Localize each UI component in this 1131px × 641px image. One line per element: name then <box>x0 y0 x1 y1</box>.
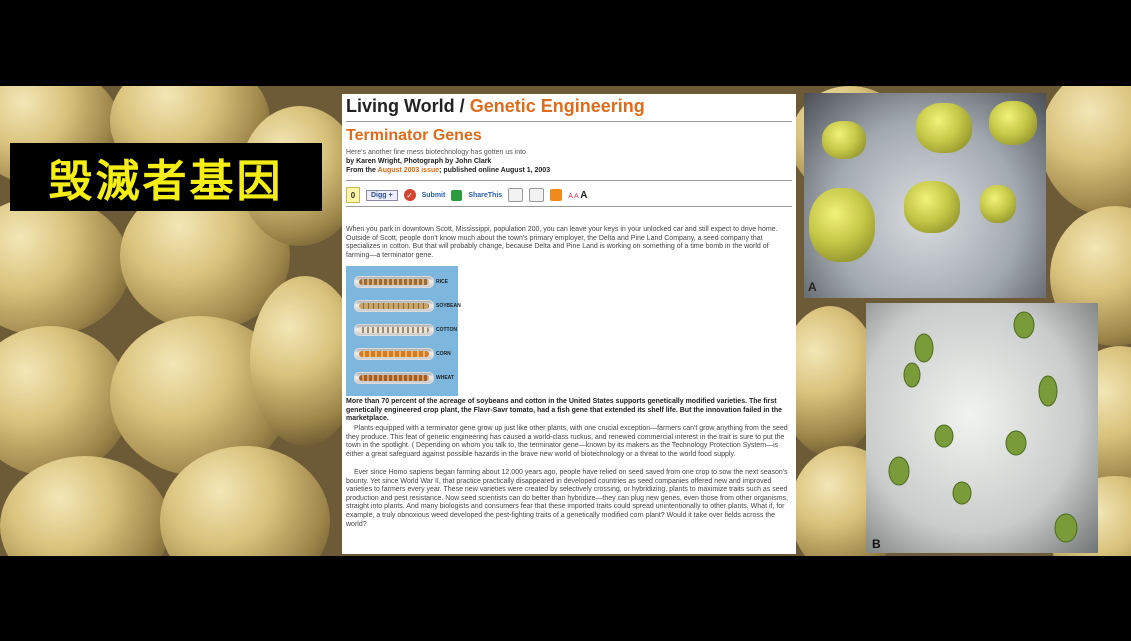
published-suffix: ; published online August 1, 2003 <box>439 167 551 174</box>
plantlet-culture-photo: B <box>866 303 1098 553</box>
callus-culture-photo: A <box>804 93 1046 298</box>
publication-line: From the August 2003 issue; published on… <box>346 167 550 174</box>
section-name: Living World <box>346 96 455 116</box>
figure-caption: More than 70 percent of the acreage of s… <box>346 398 783 423</box>
article-intro: When you park in downtown Scott, Mississ… <box>346 226 778 259</box>
slide-title-box: 毁滅者基因 <box>10 143 322 211</box>
tube-label-corn: CORN <box>436 351 451 357</box>
digg-count: 0 <box>346 187 360 203</box>
submit-link[interactable]: Submit <box>422 192 446 199</box>
tube-label-wheat: WHEAT <box>436 375 454 381</box>
section-divider <box>346 121 792 122</box>
issue-link[interactable]: August 2003 issue <box>378 167 439 174</box>
section-heading: Living World / Genetic Engineering <box>346 96 645 117</box>
rss-icon[interactable] <box>550 189 563 201</box>
seed-tubes-figure: RICE SOYBEAN COTTON CORN WHEAT <box>346 266 461 396</box>
digg-button[interactable]: Digg + <box>366 189 398 201</box>
article-headline: Terminator Genes <box>346 127 482 144</box>
tube-label-cotton: COTTON <box>436 327 458 333</box>
print-icon[interactable] <box>529 188 545 202</box>
tube-soybean <box>354 300 434 312</box>
tube-corn <box>354 348 434 360</box>
slide: 毁滅者基因 Living World / Genetic Engineering… <box>0 0 1131 641</box>
tube-rice <box>354 276 434 288</box>
text-size-large[interactable]: A <box>580 190 587 201</box>
article-body-1: Plants equipped with a terminator gene g… <box>346 425 788 458</box>
photo-label-a: A <box>808 280 817 294</box>
submit-icon[interactable]: ✓ <box>403 189 416 201</box>
plantlets-drawing <box>888 311 1078 543</box>
sharethis-icon[interactable] <box>451 189 463 201</box>
article-byline: by Karen Wright, Photograph by John Clar… <box>346 158 492 165</box>
letterbox-bottom <box>0 556 1131 641</box>
tube-wheat <box>354 372 434 384</box>
photo-label-b: B <box>872 537 881 551</box>
email-icon[interactable] <box>508 188 524 202</box>
tube-label-rice: RICE <box>436 279 448 285</box>
category-link[interactable]: Genetic Engineering <box>470 96 645 116</box>
share-toolbar: 0 Digg + ✓ Submit ShareThis A A A <box>346 186 588 204</box>
slide-title: 毁滅者基因 <box>48 156 284 207</box>
text-size-small[interactable]: A A <box>568 193 578 200</box>
published-prefix: From the <box>346 167 378 174</box>
section-separator: / <box>454 96 470 116</box>
sharethis-link[interactable]: ShareThis <box>468 192 502 199</box>
article-dek: Here's another fine mess biotechnology h… <box>346 149 526 156</box>
tube-cotton <box>354 324 434 336</box>
text-size-control[interactable]: A A A <box>568 190 587 201</box>
tube-label-soybean: SOYBEAN <box>436 303 461 309</box>
toolbar-divider-top <box>346 180 792 181</box>
article-screenshot: Living World / Genetic Engineering Termi… <box>342 94 796 554</box>
letterbox-top <box>0 0 1131 86</box>
article-body-2: Ever since Homo sapiens began farming ab… <box>346 469 789 528</box>
toolbar-divider-bottom <box>346 206 792 207</box>
